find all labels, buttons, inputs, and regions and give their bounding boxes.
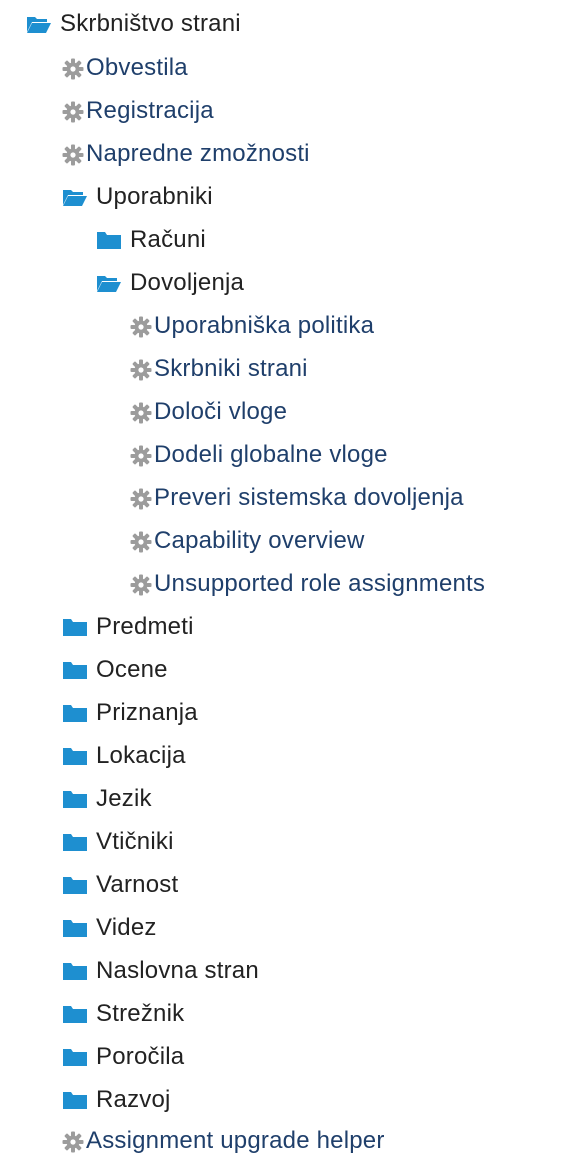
tree-item-users[interactable]: Uporabniki — [62, 177, 213, 217]
tree-item-label: Lokacija — [96, 742, 186, 769]
tree-item-front-page[interactable]: Naslovna stran — [62, 951, 259, 991]
tree-link-advanced-features[interactable]: Napredne zmožnosti — [62, 134, 310, 174]
tree-link-define-roles[interactable]: Določi vloge — [130, 392, 287, 432]
folder-icon — [96, 230, 122, 250]
gear-icon — [62, 58, 84, 80]
tree-item-language[interactable]: Jezik — [62, 779, 152, 819]
tree-item-grades[interactable]: Ocene — [62, 650, 168, 690]
tree-link-label: Napredne zmožnosti — [86, 140, 310, 167]
gear-icon — [130, 359, 152, 381]
tree-item-courses[interactable]: Predmeti — [62, 607, 194, 647]
tree-item-label: Ocene — [96, 656, 168, 683]
tree-item-label: Naslovna stran — [96, 957, 259, 984]
tree-link-label: Skrbniki strani — [154, 355, 308, 382]
tree-item-label: Jezik — [96, 785, 152, 812]
tree-link-capability-overview[interactable]: Capability overview — [130, 521, 365, 561]
tree-link-site-administrators[interactable]: Skrbniki strani — [130, 349, 308, 389]
gear-icon — [130, 574, 152, 596]
gear-icon — [130, 488, 152, 510]
tree-link-label: Capability overview — [154, 527, 365, 554]
tree-item-label: Varnost — [96, 871, 179, 898]
tree-item-label: Računi — [130, 226, 206, 253]
tree-item-label: Dovoljenja — [130, 269, 245, 296]
tree-item-label: Videz — [96, 914, 157, 941]
gear-icon — [130, 531, 152, 553]
tree-link-label: Dodeli globalne vloge — [154, 441, 388, 468]
tree-item-site-administration[interactable]: Skrbništvo strani — [26, 4, 241, 44]
gear-icon — [130, 445, 152, 467]
tree-link-unsupported-role-assignments[interactable]: Unsupported role assignments — [130, 564, 485, 604]
tree-link-check-system-permissions[interactable]: Preveri sistemska dovoljenja — [130, 478, 464, 518]
tree-link-registration[interactable]: Registracija — [62, 91, 214, 131]
gear-icon — [62, 101, 84, 123]
tree-link-label: Obvestila — [86, 54, 188, 81]
folder-open-icon — [96, 273, 122, 293]
folder-icon — [62, 875, 88, 895]
tree-link-label: Določi vloge — [154, 398, 288, 425]
gear-icon — [62, 1131, 84, 1153]
tree-link-label: Preveri sistemska dovoljenja — [154, 484, 464, 511]
tree-item-label: Strežnik — [96, 1000, 185, 1027]
folder-open-icon — [62, 187, 88, 207]
tree-item-plugins[interactable]: Vtičniki — [62, 822, 174, 862]
tree-link-user-policies[interactable]: Uporabniška politika — [130, 306, 374, 346]
tree-item-label: Skrbništvo strani — [60, 10, 241, 37]
folder-icon — [62, 1090, 88, 1110]
folder-icon — [62, 703, 88, 723]
tree-link-assign-system-roles[interactable]: Dodeli globalne vloge — [130, 435, 388, 475]
folder-icon — [62, 746, 88, 766]
tree-item-security[interactable]: Varnost — [62, 865, 178, 905]
tree-item-badges[interactable]: Priznanja — [62, 693, 198, 733]
folder-icon — [62, 1047, 88, 1067]
tree-link-notifications[interactable]: Obvestila — [62, 48, 188, 88]
gear-icon — [62, 144, 84, 166]
tree-item-label: Poročila — [96, 1043, 185, 1070]
tree-item-location[interactable]: Lokacija — [62, 736, 186, 776]
tree-link-label: Unsupported role assignments — [154, 570, 486, 597]
tree-item-reports[interactable]: Poročila — [62, 1037, 184, 1077]
tree-item-development[interactable]: Razvoj — [62, 1080, 171, 1120]
folder-icon — [62, 832, 88, 852]
gear-icon — [130, 316, 152, 338]
tree-link-label: Registracija — [86, 97, 214, 124]
tree-link-label: Assignment upgrade helper — [86, 1127, 385, 1154]
folder-icon — [62, 1004, 88, 1024]
tree-item-label: Razvoj — [96, 1086, 171, 1113]
tree-item-label: Predmeti — [96, 613, 194, 640]
folder-icon — [62, 617, 88, 637]
folder-icon — [62, 660, 88, 680]
folder-open-icon — [26, 14, 52, 34]
tree-item-server[interactable]: Strežnik — [62, 994, 184, 1034]
folder-icon — [62, 918, 88, 938]
tree-link-label: Uporabniška politika — [154, 312, 375, 339]
folder-icon — [62, 789, 88, 809]
tree-link-assignment-upgrade-helper[interactable]: Assignment upgrade helper — [62, 1121, 385, 1161]
tree-item-permissions[interactable]: Dovoljenja — [96, 263, 244, 303]
tree-item-label: Uporabniki — [96, 183, 213, 210]
folder-icon — [62, 961, 88, 981]
site-administration-tree: Skrbništvo strani Obvestila Registracija… — [0, 0, 588, 1159]
tree-item-accounts[interactable]: Računi — [96, 220, 206, 260]
tree-item-appearance[interactable]: Videz — [62, 908, 157, 948]
tree-item-label: Priznanja — [96, 699, 198, 726]
tree-item-label: Vtičniki — [96, 828, 174, 855]
gear-icon — [130, 402, 152, 424]
